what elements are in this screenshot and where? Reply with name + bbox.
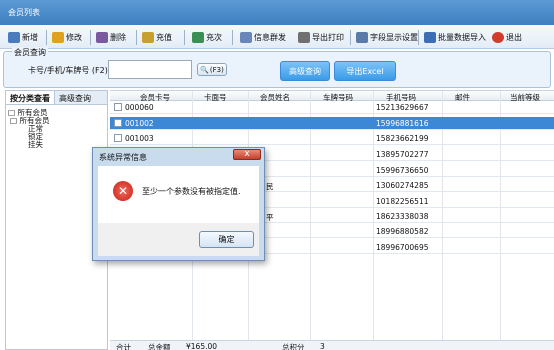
dialog-title: 系统异常信息 [99,153,147,162]
exit-button-label: 退出 [506,33,522,42]
row-card: 001002 [125,119,154,128]
error-icon: ✕ [113,181,133,201]
row-checkbox[interactable] [114,119,122,127]
add-icon [8,32,20,43]
dialog-close-button[interactable]: x [233,149,261,160]
toolbar-separator [418,30,419,45]
delete-button[interactable]: 删除 [96,29,126,46]
import-icon [424,32,436,43]
toolbar-separator [136,30,137,45]
row-phone: 13895702277 [376,150,429,159]
footer-count-label: 总积分 [282,343,305,350]
recharge-times-button[interactable]: 充次 [192,29,222,46]
query-label: 卡号/手机/车牌号 (F2): [28,66,111,75]
tab-advanced-query[interactable]: 高级查询 [55,91,95,104]
recharge-times-icon [192,32,204,43]
ok-button[interactable]: 确定 [199,231,254,248]
error-dialog: 系统异常信息 x ✕ 至少一个参数没有被指定值. 确定 [92,147,265,261]
add-button[interactable]: 新增 [8,29,38,46]
window-title: 会员列表 [8,8,40,17]
footer-total-value: ¥165.00 [186,342,218,350]
row-phone: 15996881616 [376,119,429,128]
delete-icon [96,32,108,43]
dialog-footer: 确定 [98,223,259,256]
dialog-message: 至少一个参数没有被指定值. [142,187,241,196]
message-button[interactable]: 信息群发 [240,29,286,46]
close-icon: x [244,149,250,159]
category-tabs: 按分类查看 高级查询 [6,91,107,105]
window-titlebar: 会员列表 [0,0,554,25]
recharge-button[interactable]: 充值 [142,29,172,46]
row-name: 平 [266,213,274,222]
toolbar-separator [184,30,185,45]
footer-sum-label: 合计 [116,343,131,350]
export-excel-button[interactable]: 导出Excel [334,61,396,81]
grid-footer: 合计 总金额 ¥165.00 总积分 3 [110,340,554,350]
import-button-label: 批量数据导入 [438,33,486,42]
row-phone: 18996880582 [376,227,429,236]
row-phone: 10182256511 [376,197,429,206]
footer-count-value: 3 [320,342,325,350]
query-legend: 会员查询 [12,47,48,58]
search-icon: 🔍 [200,65,209,74]
table-row[interactable]: 000060 15213629667 [110,101,554,114]
print-button[interactable]: 导出打印 [298,29,344,46]
edit-button-label: 修改 [66,33,82,42]
toolbar-separator [90,30,91,45]
exit-button[interactable]: 退出 [492,29,522,46]
exit-icon [492,32,504,43]
row-name: 民 [266,182,274,191]
row-card: 001003 [125,134,154,143]
f3-search-button[interactable]: 🔍 (F3) [197,63,227,76]
table-row-selected[interactable]: 001002 15996881616 [110,117,554,130]
toolbar: 新增 修改 删除 充值 充次 信息群发 导出打印 字段显示设置 批量数据导入 退… [0,25,554,49]
row-checkbox[interactable] [114,134,122,142]
toolbar-separator [232,30,233,45]
toolbar-separator [350,30,351,45]
print-icon [298,32,310,43]
advanced-query-button[interactable]: 高级查询 [280,61,330,81]
row-phone: 18996700695 [376,243,429,252]
f3-label: (F3) [209,65,224,74]
recharge-icon [142,32,154,43]
row-card: 000060 [125,103,154,112]
add-button-label: 新增 [22,33,38,42]
recharge-times-button-label: 充次 [206,33,222,42]
fields-icon [356,32,368,43]
import-button[interactable]: 批量数据导入 [424,29,486,46]
dialog-body: ✕ 至少一个参数没有被指定值. [98,166,259,223]
delete-button-label: 删除 [110,33,126,42]
footer-total-label: 总金额 [148,343,171,350]
fields-button[interactable]: 字段显示设置 [356,29,418,46]
message-icon [240,32,252,43]
row-phone: 15823662199 [376,134,429,143]
member-query-panel: 会员查询 卡号/手机/车牌号 (F2): 🔍 (F3) 高级查询 导出Excel [3,47,551,88]
recharge-button-label: 充值 [156,33,172,42]
fields-button-label: 字段显示设置 [370,33,418,42]
print-button-label: 导出打印 [312,33,344,42]
row-phone: 18623338038 [376,212,429,221]
row-phone: 15213629667 [376,103,429,112]
edit-button[interactable]: 修改 [52,29,82,46]
grid-header: 会员卡号 卡面号 会员姓名 车牌号码 手机号码 邮件 当前等级 [110,91,554,102]
message-button-label: 信息群发 [254,33,286,42]
toolbar-separator [46,30,47,45]
edit-icon [52,32,64,43]
row-phone: 15996736650 [376,166,429,175]
tree-node-lost[interactable]: 挂失 [28,139,43,150]
tab-by-category[interactable]: 按分类查看 [6,91,55,104]
row-checkbox[interactable] [114,103,122,111]
table-row[interactable]: 001003 15823662199 [110,132,554,145]
row-phone: 13060274285 [376,181,429,190]
card-search-input[interactable] [108,60,192,79]
